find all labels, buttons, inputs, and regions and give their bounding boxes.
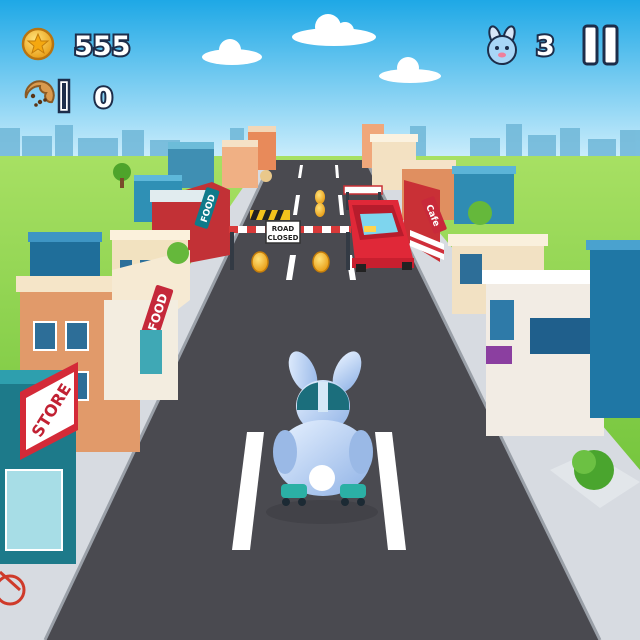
lives-count: 3 [536,31,555,62]
sign-road-closed-line1: ROAD [272,225,295,233]
game-scene: FOOD FOOD STORE Cafe ROAD CLOSED 555 0 3 [0,0,640,640]
cookie-progress-bar [57,78,71,114]
hud-coin-counter: 555 [21,27,132,64]
star-coin-icon [21,27,55,61]
coin-count: 555 [74,31,130,62]
cookie-count: 0 [94,83,113,114]
sign-road-closed-line2: CLOSED [268,234,299,242]
game-screen: FOOD FOOD STORE Cafe ROAD CLOSED 555 0 3 [0,0,640,640]
